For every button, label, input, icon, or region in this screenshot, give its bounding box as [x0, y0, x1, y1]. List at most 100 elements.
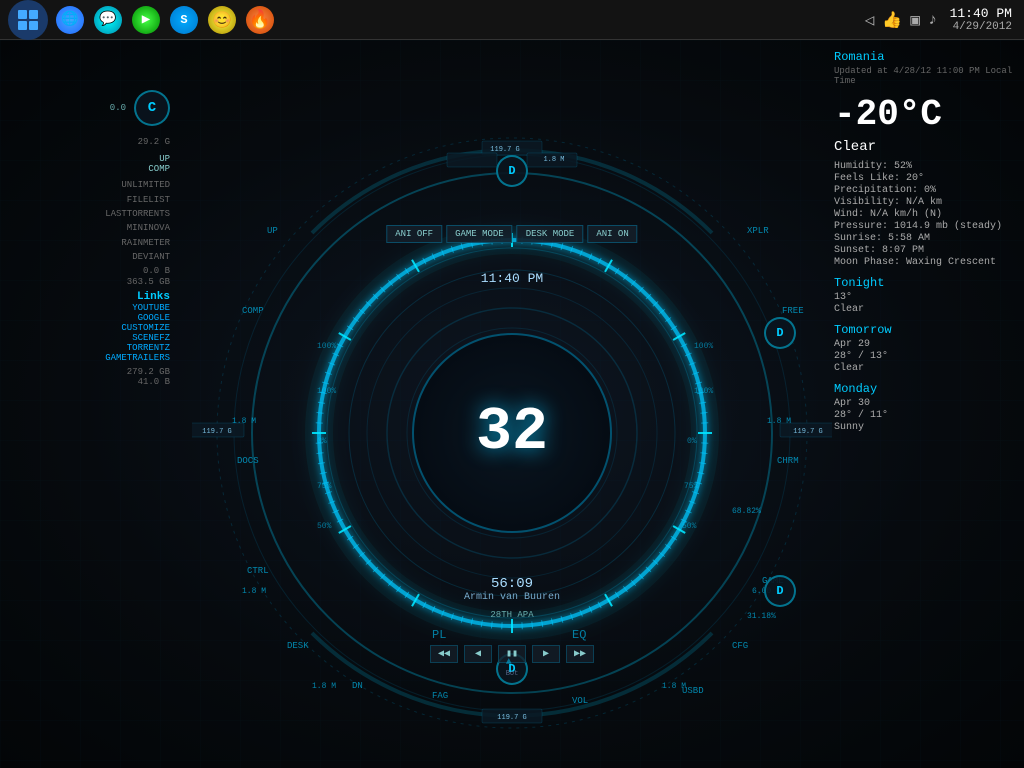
- forecast-tomorrow: Tomorrow Apr 29 28° / 13° Clear: [834, 323, 1019, 374]
- clock: 11:40 PM 4/29/2012: [950, 6, 1012, 33]
- svg-text:100%: 100%: [317, 387, 336, 396]
- link-torrentz[interactable]: TORRENTZ: [10, 343, 170, 353]
- panel-up[interactable]: UP: [10, 154, 170, 164]
- link-google[interactable]: GOOGLE: [10, 313, 170, 323]
- svg-text:DOCS: DOCS: [237, 456, 259, 466]
- svg-text:VOL: VOL: [572, 696, 588, 706]
- link-youtube[interactable]: YOUTUBE: [10, 303, 170, 313]
- tomorrow-date: Apr 29: [834, 339, 1019, 350]
- svg-text:68.82%: 68.82%: [732, 507, 761, 516]
- pl-label: PL: [432, 628, 446, 642]
- volume-icon: ♪: [928, 11, 938, 29]
- hud-top-buttons: ANI OFF GAME MODE DESK MODE ANI ON: [386, 225, 637, 243]
- svg-text:100%: 100%: [694, 387, 713, 396]
- svg-text:100%: 100%: [317, 342, 336, 351]
- hud-time-text: 11:40 PM: [481, 271, 543, 286]
- tonight-label: Tonight: [834, 276, 1019, 290]
- panel-deviant: DEVIANT: [10, 250, 170, 264]
- svg-text:1.8 M: 1.8 M: [543, 156, 564, 164]
- back-icon: ◁: [865, 10, 875, 30]
- svg-text:119.7 G: 119.7 G: [497, 714, 526, 722]
- taskbar-icon-media[interactable]: ▶: [132, 6, 160, 34]
- left-values: 0.0: [110, 101, 126, 115]
- weather-pressure: Pressure: 1014.9 mb (steady): [834, 221, 1019, 232]
- size-3: 279.2 GB: [10, 367, 170, 377]
- taskbar-icon-browser2[interactable]: 💬: [94, 6, 122, 34]
- taskbar-icon-emoji[interactable]: 😊: [208, 6, 236, 34]
- link-scenefz[interactable]: SCENEFZ: [10, 333, 170, 343]
- svg-text:DESK: DESK: [287, 641, 309, 651]
- weather-condition: Clear: [834, 139, 1019, 155]
- d-circle-top[interactable]: D: [496, 155, 528, 187]
- desk-mode-button[interactable]: DESK MODE: [517, 225, 584, 243]
- left-num-1: 29.2 G: [10, 134, 170, 150]
- size-2: 363.5 GB: [10, 277, 170, 287]
- svg-text:50%: 50%: [682, 522, 697, 531]
- panel-comp[interactable]: COMP: [10, 164, 170, 174]
- svg-text:0%: 0%: [317, 437, 327, 446]
- play-button[interactable]: ▶: [532, 645, 560, 663]
- weather-moon: Moon Phase: Waxing Crescent: [834, 257, 1019, 268]
- c-circle[interactable]: C: [134, 90, 170, 126]
- system-tray-icons: ◁ 👍 ▣ ♪: [865, 10, 938, 30]
- next-next-button[interactable]: ▶▶: [566, 645, 594, 663]
- hud-time: 11:40 PM: [481, 271, 543, 286]
- svg-text:31.18%: 31.18%: [747, 612, 776, 621]
- link-customize[interactable]: CUSTOMIZE: [10, 323, 170, 333]
- game-mode-button[interactable]: GAME MODE: [446, 225, 513, 243]
- monitor-icon: ▣: [910, 10, 920, 30]
- svg-text:100%: 100%: [694, 342, 713, 351]
- start-button[interactable]: [8, 0, 48, 40]
- song-info: 56:09 Armin van Buuren: [464, 576, 560, 603]
- taskbar-icons: 🌐 💬 ▶ S 😊 🔥: [56, 6, 865, 34]
- d-circle-right-bottom[interactable]: D: [764, 575, 796, 607]
- tomorrow-temp: 28° / 13°: [834, 351, 1019, 362]
- svg-text:75%: 75%: [684, 482, 699, 491]
- taskbar-icon-skype[interactable]: S: [170, 6, 198, 34]
- svg-text:1.8 M: 1.8 M: [662, 682, 686, 691]
- forecast-tonight: Tonight 13° Clear: [834, 276, 1019, 315]
- song-time: 56:09: [464, 576, 560, 592]
- links-label: Links: [10, 291, 170, 303]
- bottom-date: 28TH APA: [490, 610, 533, 620]
- panel-mininova: MININOVA: [10, 221, 170, 235]
- panel-filelist: FILELIST: [10, 193, 170, 207]
- svg-text:1.8 M: 1.8 M: [312, 682, 336, 691]
- weather-sunrise: Sunrise: 5:58 AM: [834, 233, 1019, 244]
- weather-wind: Wind: N/A km/h (N): [834, 209, 1019, 220]
- weather-visibility: Visibility: N/A km: [834, 197, 1019, 208]
- weather-updated: Updated at 4/28/12 11:00 PM Local Time: [834, 66, 1019, 86]
- weather-temp: -20°C: [834, 94, 1019, 135]
- taskbar: 🌐 💬 ▶ S 😊 🔥 ◁ 👍 ▣ ♪ 11:40 PM 4/29/2012: [0, 0, 1024, 40]
- svg-text:1.8 M: 1.8 M: [232, 417, 256, 426]
- weather-location: Romania: [834, 50, 1019, 64]
- svg-text:CFG: CFG: [732, 641, 748, 651]
- prev-button[interactable]: ◀: [464, 645, 492, 663]
- svg-text:1.8 M: 1.8 M: [767, 417, 791, 426]
- size-1: 0.0 B: [10, 266, 170, 276]
- taskbar-icon-firefox[interactable]: 🌐: [56, 6, 84, 34]
- center-display: 32: [412, 333, 612, 533]
- svg-text:DN: DN: [352, 681, 363, 691]
- svg-text:COMP: COMP: [242, 306, 264, 316]
- weather-panel: Romania Updated at 4/28/12 11:00 PM Loca…: [834, 50, 1019, 434]
- ani-off-button[interactable]: ANI OFF: [386, 225, 442, 243]
- monday-temp: 28° / 11°: [834, 410, 1019, 421]
- ani-on-button[interactable]: ANI ON: [587, 225, 637, 243]
- weather-precipitation: Precipitation: 0%: [834, 185, 1019, 196]
- svg-text:50%: 50%: [317, 522, 332, 531]
- weather-feels-like: Feels Like: 20°: [834, 173, 1019, 184]
- taskbar-icon-app6[interactable]: 🔥: [246, 6, 274, 34]
- link-gametrailers[interactable]: GAMETRAILERS: [10, 353, 170, 363]
- svg-text:FAG: FAG: [432, 691, 448, 701]
- tonight-cond: Clear: [834, 304, 1019, 315]
- prev-prev-button[interactable]: ◀◀: [430, 645, 458, 663]
- tomorrow-label: Tomorrow: [834, 323, 1019, 337]
- song-artist: Armin van Buuren: [464, 592, 560, 603]
- svg-text:119.7 G: 119.7 G: [490, 146, 519, 154]
- hud-display: 119.7 G 1.8 M 119.7 G 119.7 G 119.7 G XP…: [222, 143, 802, 723]
- taskbar-right: ◁ 👍 ▣ ♪ 11:40 PM 4/29/2012: [865, 6, 1012, 33]
- left-panel: 0.0 C 29.2 G UP COMP UNLIMITED FILELIST …: [10, 90, 170, 387]
- panel-lasttorrents: LASTTORRENTS: [10, 207, 170, 221]
- d-circle-right-top[interactable]: D: [764, 317, 796, 349]
